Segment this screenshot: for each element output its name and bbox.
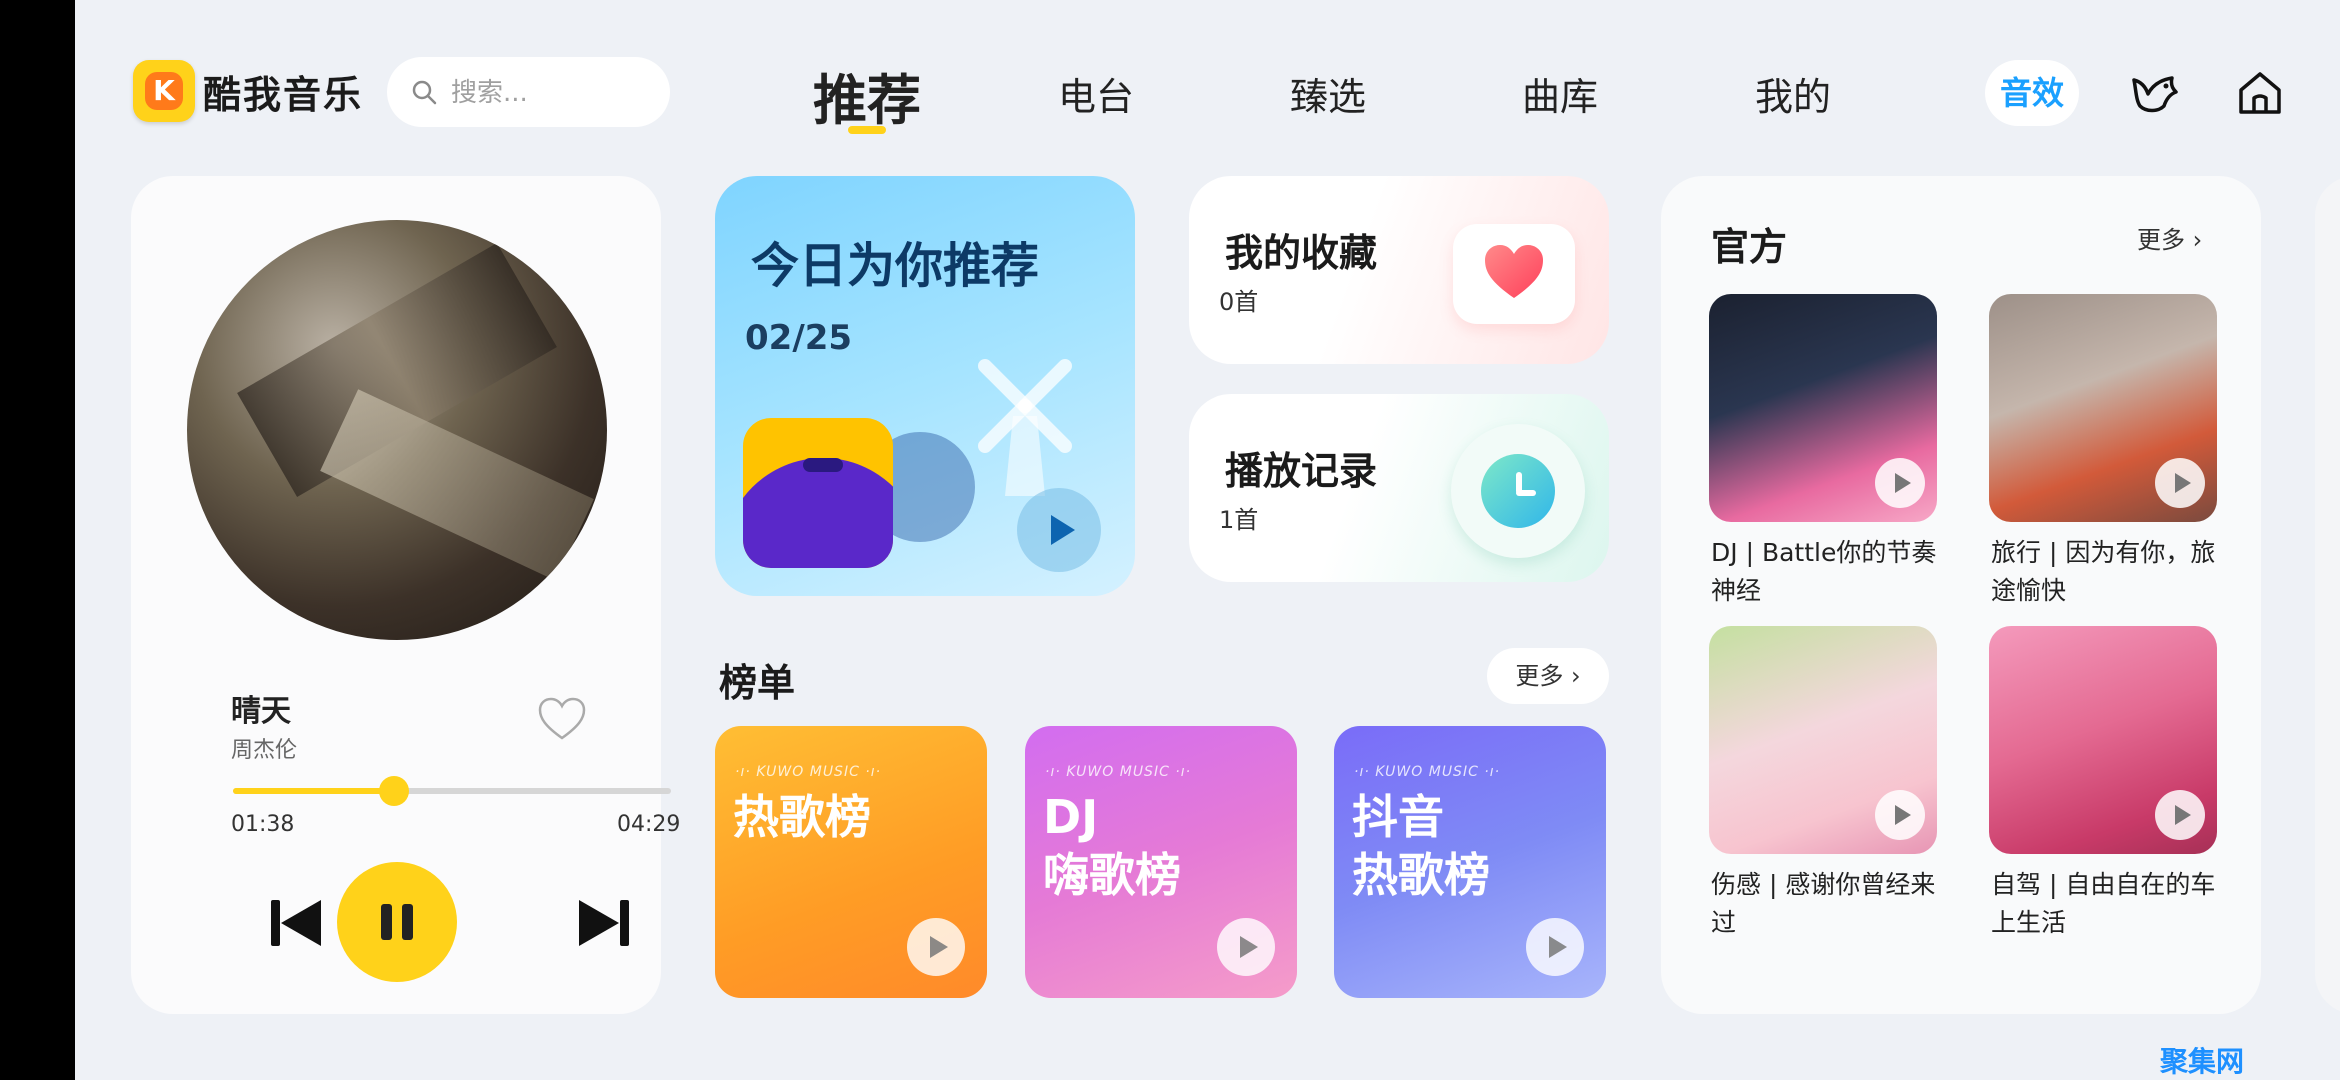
left-black-bar (0, 0, 75, 1080)
tonearm (803, 458, 843, 472)
play-icon (1240, 936, 1258, 958)
search-icon (412, 80, 437, 105)
daily-recommend-title: 今日为你推荐 (751, 238, 1040, 294)
official-playlists-card: 官方 更多 › DJ | Battle你的节奏神经 旅行 | 因为有你，旅途愉快… (1661, 176, 2261, 1014)
now-playing-card: 晴天 周杰伦 01:38 04:29 (131, 176, 680, 1014)
play-icon (1895, 473, 1911, 493)
pause-icon (381, 904, 392, 940)
chart-name: 热歌榜 (733, 790, 871, 844)
official-more-label: 更多 (2137, 226, 2185, 254)
pause-icon (402, 904, 413, 940)
bird-icon[interactable] (2130, 68, 2180, 118)
tab-library[interactable]: 曲库 (1522, 66, 1598, 121)
vinyl-disc (743, 458, 893, 568)
current-time: 01:38 (231, 812, 295, 837)
playlist-title: 自驾 | 自由自在的车上生活 (1991, 870, 2216, 937)
tab-premium[interactable]: 臻选 (1290, 66, 1366, 121)
play-icon (1051, 515, 1075, 545)
home-icon[interactable] (2235, 68, 2285, 118)
playlist-play-button[interactable] (1875, 458, 1925, 508)
chart-play-button[interactable] (1526, 918, 1584, 976)
active-tab-indicator (848, 126, 886, 134)
song-title: 晴天 (231, 694, 291, 729)
tab-radio[interactable]: 电台 (1058, 66, 1134, 121)
app-logo[interactable]: K (133, 60, 195, 122)
search-box[interactable] (387, 57, 670, 127)
tab-mine[interactable]: 我的 (1755, 66, 1831, 121)
playlist-cover[interactable] (1709, 626, 1937, 854)
favorites-count: 0首 (1219, 288, 1259, 316)
chart-card-hot-songs[interactable]: ·ı· KUWO MUSIC ·ı· 热歌榜 (715, 726, 987, 998)
tab-recommend[interactable]: 推荐 (813, 56, 921, 135)
song-artist: 周杰伦 (231, 738, 298, 763)
progress-knob[interactable] (378, 776, 409, 806)
chart-card-dj[interactable]: ·ı· KUWO MUSIC ·ı· DJ 嗨歌榜 (1025, 726, 1297, 998)
album-cover[interactable] (187, 220, 607, 640)
playlist-cover[interactable] (1989, 294, 2217, 522)
album-art-detail (320, 389, 594, 581)
daily-recommend-date: 02/25 (745, 318, 853, 358)
playlist-play-button[interactable] (1875, 790, 1925, 840)
playlist-title: DJ | Battle你的节奏神经 (1711, 538, 1937, 605)
chart-name: 抖音 热歌榜 (1352, 790, 1490, 902)
like-heart-icon[interactable] (537, 696, 587, 742)
playlist-cover[interactable] (1709, 294, 1937, 522)
clock-hand (1516, 490, 1536, 496)
chart-play-button[interactable] (907, 918, 965, 976)
playlist-play-button[interactable] (2155, 458, 2205, 508)
favorites-title: 我的收藏 (1225, 231, 1378, 275)
daily-recommend-play-button[interactable] (1017, 488, 1101, 572)
playlist-title: 伤感 | 感谢你曾经来过 (1711, 870, 1936, 937)
official-section-title: 官方 (1711, 225, 1788, 269)
next-card-edge (2315, 176, 2340, 1014)
my-favorites-card[interactable]: 我的收藏 0首 (1189, 176, 1609, 364)
official-more-button[interactable]: 更多 › (2137, 220, 2202, 255)
playlist-cover[interactable] (1989, 626, 2217, 854)
pause-button[interactable] (337, 862, 457, 982)
playback-progress-bar[interactable] (233, 776, 671, 806)
play-history-card[interactable]: 播放记录 1首 (1189, 394, 1609, 582)
record-player-icon (743, 418, 893, 568)
chevron-right-icon: › (1571, 662, 1581, 690)
chart-name: DJ 嗨歌榜 (1043, 790, 1181, 902)
search-input[interactable] (449, 71, 653, 115)
play-icon (2175, 805, 2191, 825)
chart-brand-label: ·ı· KUWO MUSIC ·ı· (735, 764, 882, 780)
chart-play-button[interactable] (1217, 918, 1275, 976)
chart-card-douyin[interactable]: ·ı· KUWO MUSIC ·ı· 抖音 热歌榜 (1334, 726, 1606, 998)
history-title: 播放记录 (1225, 449, 1378, 493)
total-time: 04:29 (617, 812, 681, 837)
playlist-title: 旅行 | 因为有你，旅途愉快 (1991, 538, 2216, 605)
play-icon (930, 936, 948, 958)
logo-k-mark: K (145, 72, 183, 110)
play-icon (1895, 805, 1911, 825)
heart-icon (1453, 224, 1575, 324)
play-icon (2175, 473, 2191, 493)
app-root: K 酷我音乐 推荐 电台 臻选 曲库 我的 音效 晴天 周杰伦 (75, 0, 2340, 1080)
chevron-right-icon: › (2192, 226, 2203, 254)
windmill-illustration (978, 359, 1072, 496)
clock-icon (1451, 424, 1585, 558)
play-icon (1549, 936, 1567, 958)
watermark: 聚集网 (2160, 1045, 2245, 1078)
charts-more-button[interactable]: 更多 › (1487, 648, 1609, 704)
charts-more-label: 更多 (1515, 662, 1564, 690)
next-track-icon[interactable] (577, 896, 631, 950)
chart-brand-label: ·ı· KUWO MUSIC ·ı· (1354, 764, 1501, 780)
progress-fill (233, 788, 394, 794)
chart-brand-label: ·ı· KUWO MUSIC ·ı· (1045, 764, 1192, 780)
charts-section-title: 榜单 (719, 661, 796, 705)
app-name: 酷我音乐 (203, 73, 364, 117)
daily-recommend-card[interactable]: 今日为你推荐 02/25 (715, 176, 1135, 596)
clock-face (1481, 454, 1555, 528)
playlist-play-button[interactable] (2155, 790, 2205, 840)
previous-track-icon[interactable] (269, 896, 323, 950)
heart-icon-shape (1485, 245, 1543, 298)
sound-effect-button[interactable]: 音效 (1985, 60, 2079, 126)
history-count: 1首 (1219, 506, 1259, 534)
